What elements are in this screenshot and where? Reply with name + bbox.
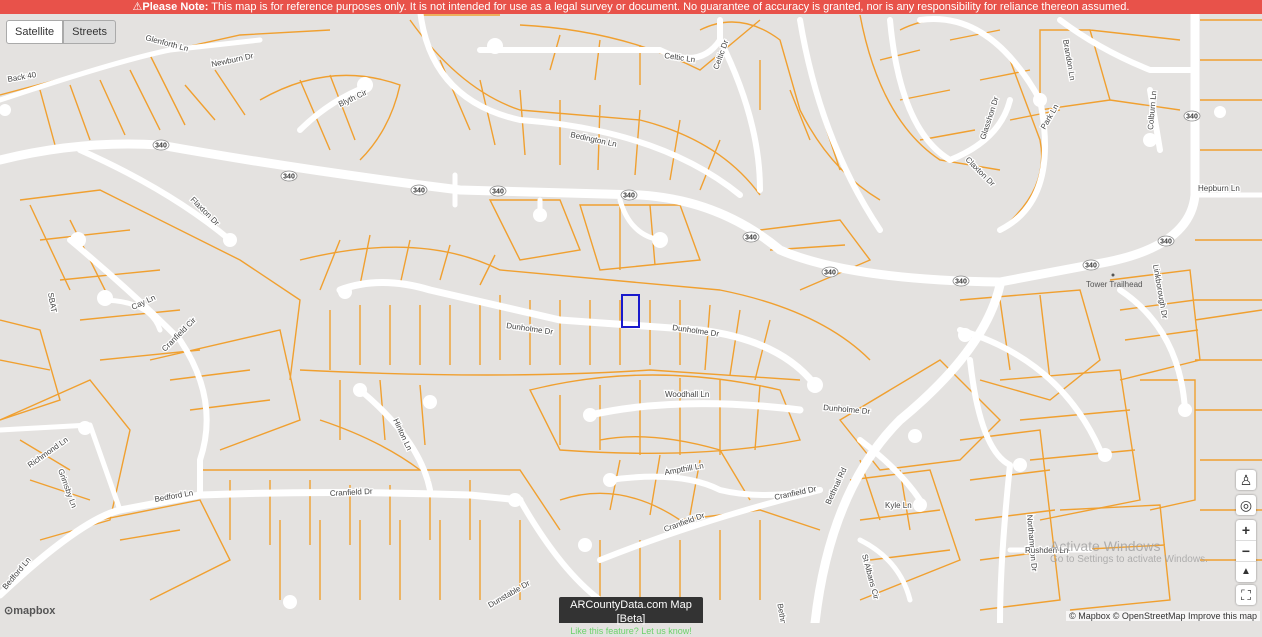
shield-340: 340: [413, 188, 425, 195]
shield-340: 340: [824, 270, 836, 277]
shield-340: 340: [1085, 263, 1097, 270]
banner-text: This map is for reference purposes only.…: [211, 1, 1130, 13]
warning-icon: ⚠: [132, 1, 143, 13]
banner-prefix: Please Note:: [142, 1, 209, 13]
windows-activation-watermark: Activate Windows Go to Settings to activ…: [1050, 538, 1208, 565]
branding-box: ARCountyData.com Map [Beta] Like this fe…: [559, 597, 703, 636]
svg-text:Tower Trailhead: Tower Trailhead: [1086, 280, 1142, 289]
zoom-out-button[interactable]: −: [1236, 541, 1256, 562]
compass-button[interactable]: ▲: [1236, 562, 1256, 582]
feedback-link[interactable]: Like this feature? Let us know!: [559, 626, 703, 637]
layer-toggle: Satellite Streets: [6, 20, 116, 44]
shield-340: 340: [1186, 114, 1198, 121]
shield-340: 340: [283, 174, 295, 181]
disclaimer-banner: ⚠Please Note: This map is for reference …: [0, 0, 1262, 14]
zoom-controls: + − ▲: [1236, 520, 1256, 582]
shield-340: 340: [955, 279, 967, 286]
map-canvas[interactable]: 340 340 340 340 340 340 340 340 340 340 …: [0, 0, 1262, 623]
shield-340: 340: [492, 189, 504, 196]
shield-340: 340: [1160, 239, 1172, 246]
mapbox-icon: ⊙: [4, 605, 14, 617]
zoom-in-button[interactable]: +: [1236, 520, 1256, 541]
shield-340: 340: [745, 235, 757, 242]
shield-340: 340: [623, 193, 635, 200]
label-hepburn-ln: Hepburn Ln: [1198, 184, 1240, 193]
streets-button[interactable]: Streets: [63, 20, 116, 44]
branding-title: ARCountyData.com Map [Beta]: [570, 599, 692, 625]
label-kyle-ln: Kyle Ln: [885, 501, 912, 510]
mapbox-logo[interactable]: ⊙mapbox: [4, 604, 55, 617]
fullscreen-icon[interactable]: ⛶: [1236, 585, 1256, 605]
label-woodhall-ln: Woodhall Ln: [665, 390, 709, 399]
pegman-icon[interactable]: ♙: [1236, 470, 1256, 490]
satellite-button[interactable]: Satellite: [6, 20, 64, 44]
shield-340: 340: [155, 143, 167, 150]
locate-icon[interactable]: ◎: [1236, 495, 1256, 515]
map-attribution[interactable]: © Mapbox © OpenStreetMap Improve this ma…: [1066, 611, 1260, 621]
